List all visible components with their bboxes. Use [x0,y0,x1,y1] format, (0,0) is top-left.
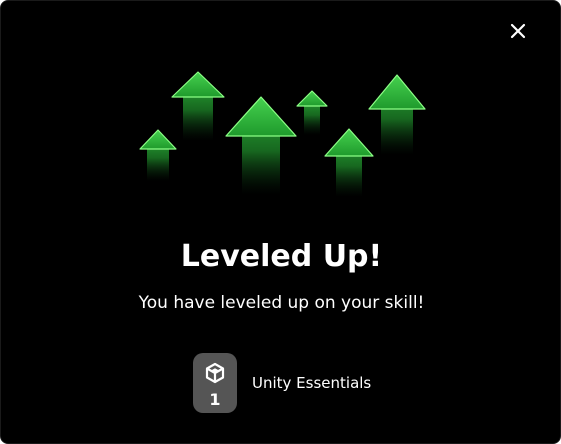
skill-name: Unity Essentials [252,374,372,392]
level-up-dialog: Leveled Up! You have leveled up on your … [0,0,561,444]
arrow-small-left [139,129,177,181]
arrow-tall-right [368,74,426,155]
green-up-arrows-illustration [139,71,426,197]
arrow-tall-left [171,71,225,141]
skill-level: 1 [209,390,221,409]
dialog-title: Leveled Up! [180,239,383,274]
arrow-small-middle [296,90,328,135]
dialog-subtitle: You have leveled up on your skill! [138,293,425,313]
close-icon [510,23,526,39]
unity-logo-icon [205,362,225,384]
arrow-medium-right [324,128,374,197]
skill-badge: 1 [193,353,237,413]
skill-item: 1 Unity Essentials [193,353,371,413]
arrow-center [225,96,297,195]
close-button[interactable] [506,19,530,43]
